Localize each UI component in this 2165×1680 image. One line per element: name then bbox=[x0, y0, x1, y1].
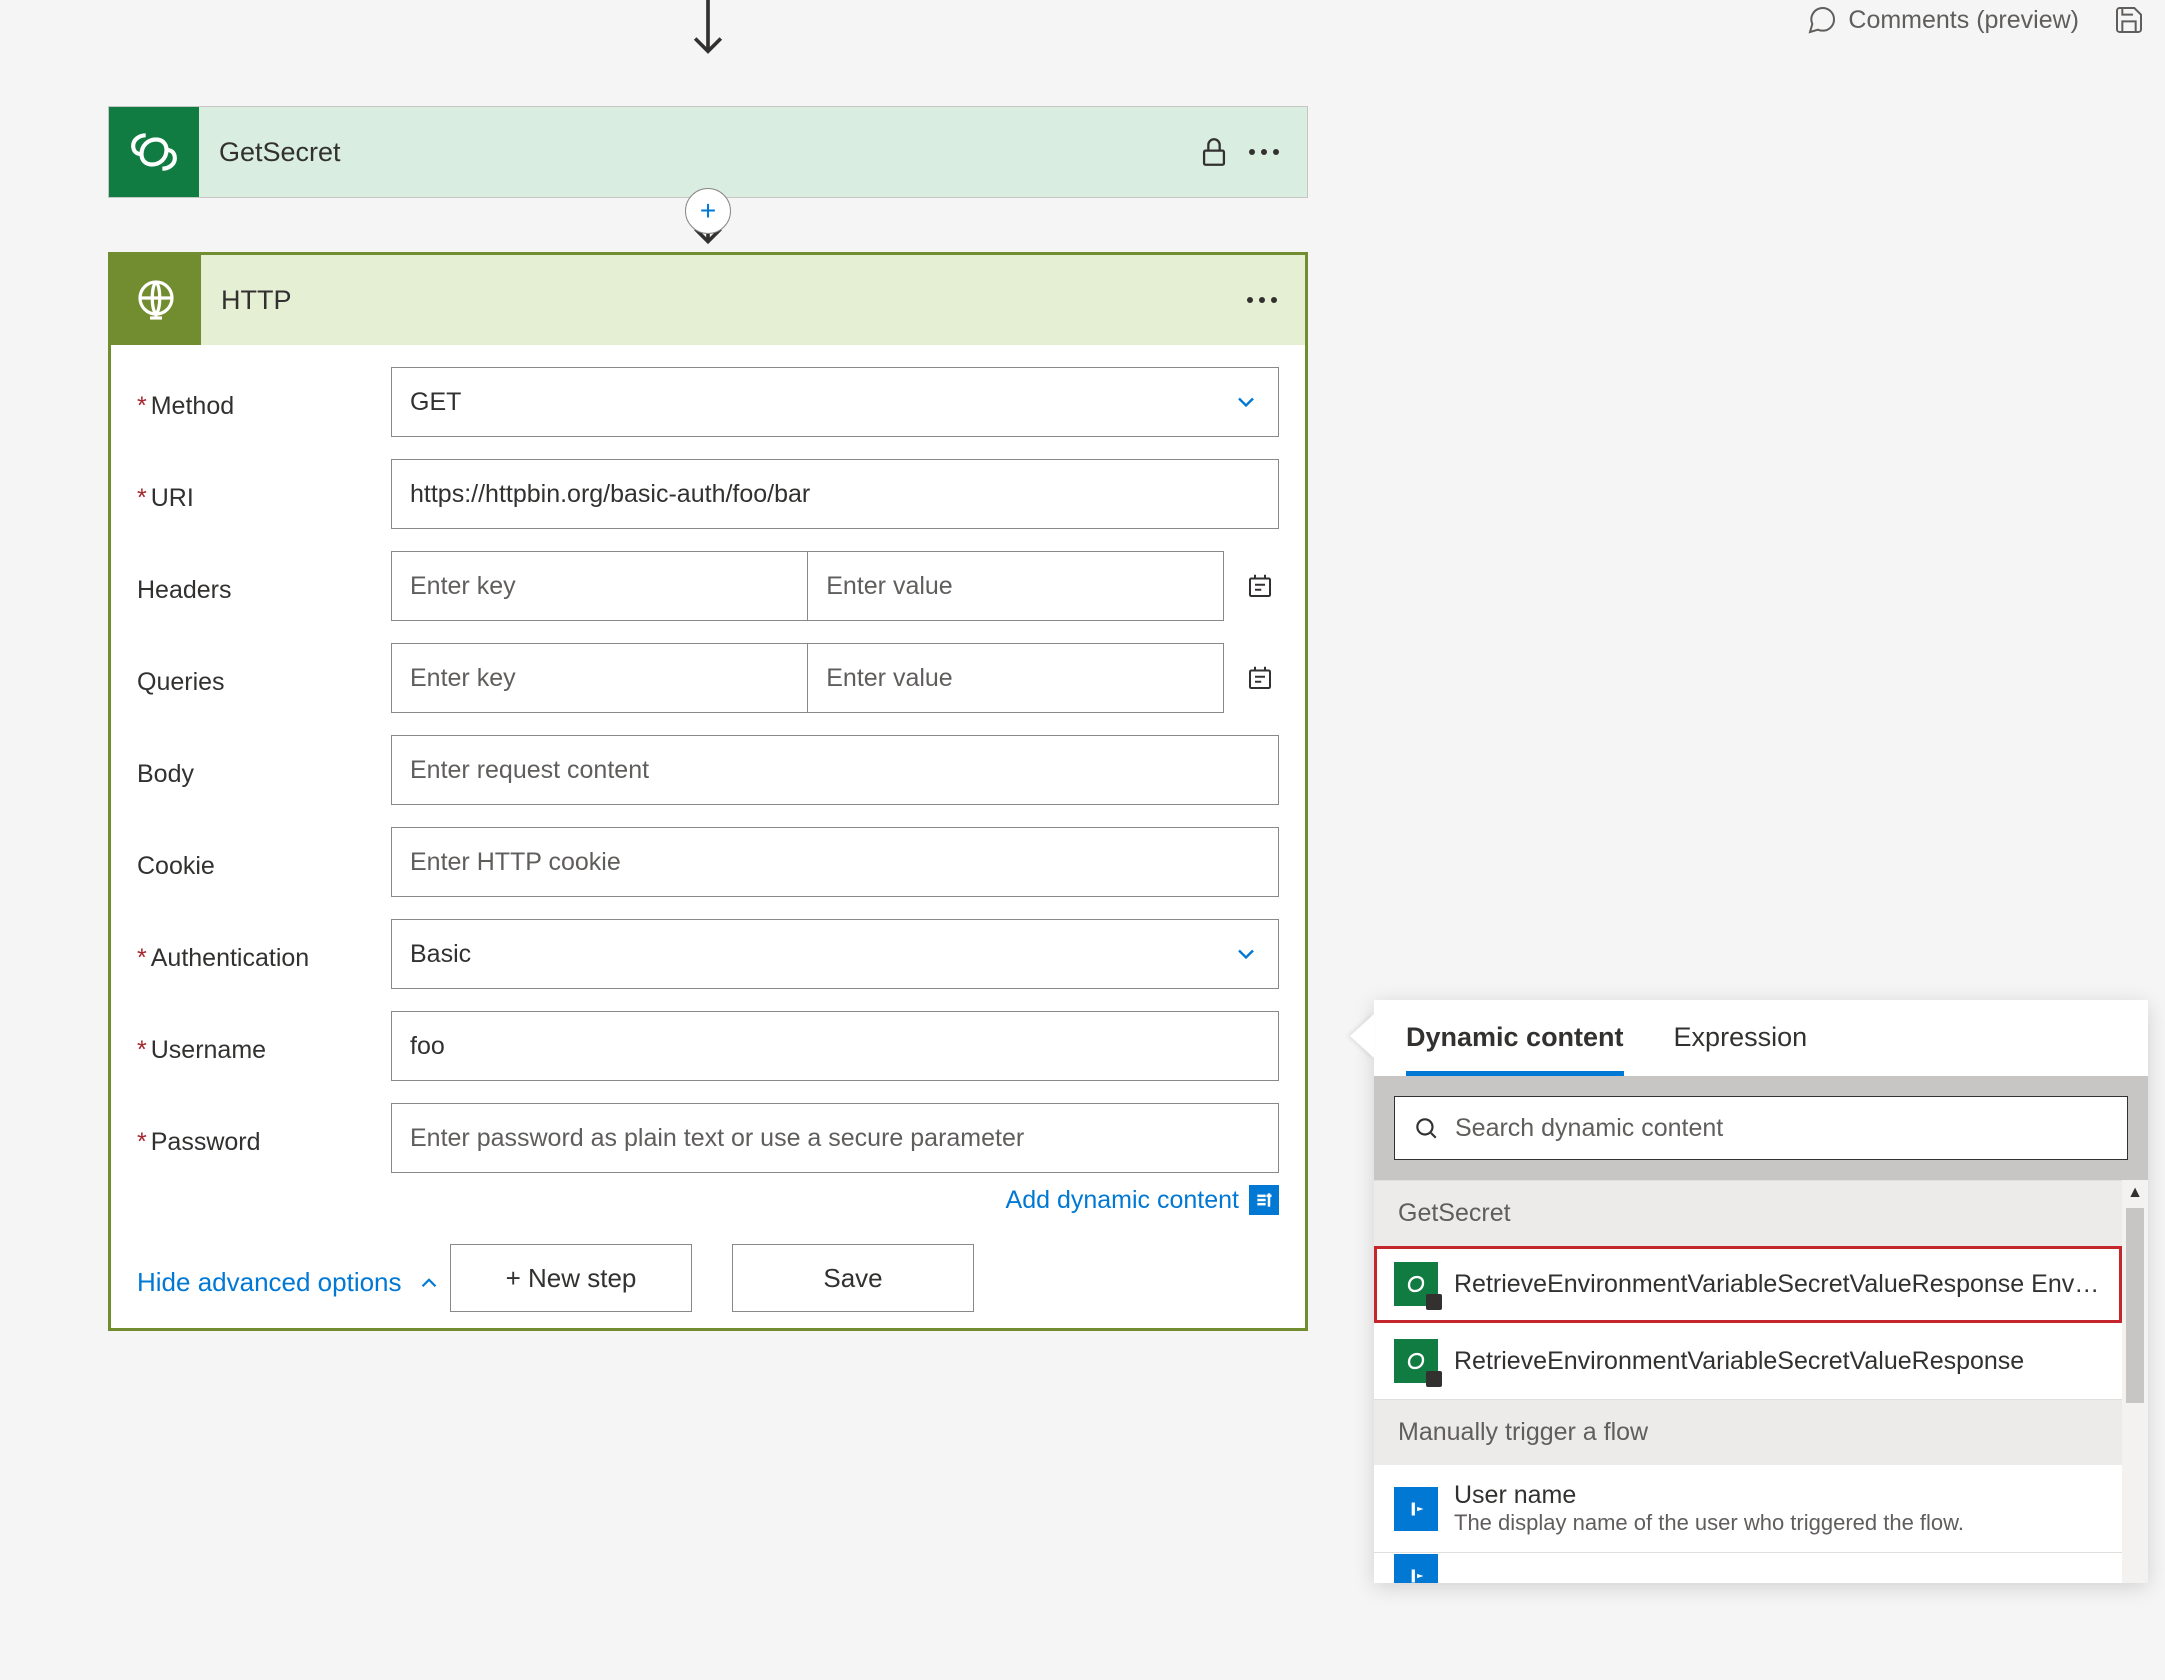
section-getsecret: GetSecret bbox=[1374, 1180, 2122, 1246]
save-button[interactable]: Save bbox=[732, 1244, 974, 1312]
password-label: *Password bbox=[137, 1120, 373, 1157]
method-select[interactable]: GET bbox=[391, 367, 1279, 437]
uri-input[interactable]: https://httpbin.org/basic-auth/foo/bar bbox=[391, 459, 1279, 529]
arrow-connector bbox=[108, 0, 1308, 66]
authentication-select[interactable]: Basic bbox=[391, 919, 1279, 989]
secure-inputs-icon[interactable] bbox=[1189, 127, 1239, 177]
panel-pointer bbox=[1350, 1014, 1374, 1058]
section-manual-trigger: Manually trigger a flow bbox=[1374, 1399, 2122, 1465]
getsecret-title: GetSecret bbox=[199, 137, 1189, 168]
http-card: HTTP *Method GET *URI https://h bbox=[108, 252, 1308, 1331]
scroll-thumb[interactable] bbox=[2126, 1208, 2144, 1403]
add-dynamic-content-link[interactable]: Add dynamic content bbox=[1006, 1186, 1239, 1215]
http-icon bbox=[111, 255, 201, 345]
username-label: *Username bbox=[137, 1028, 373, 1065]
getsecret-more-button[interactable] bbox=[1239, 127, 1289, 177]
chevron-up-icon bbox=[416, 1270, 442, 1296]
http-title: HTTP bbox=[201, 285, 1237, 316]
dyn-item-username[interactable]: User name The display name of the user w… bbox=[1374, 1465, 2122, 1553]
flow-button-icon bbox=[1394, 1554, 1438, 1583]
password-input[interactable]: Enter password as plain text or use a se… bbox=[391, 1103, 1279, 1173]
header-value-input[interactable]: Enter value bbox=[807, 551, 1223, 621]
dataverse-icon bbox=[109, 107, 199, 197]
cookie-input[interactable]: Enter HTTP cookie bbox=[391, 827, 1279, 897]
http-card-header[interactable]: HTTP bbox=[111, 255, 1305, 345]
more-icon bbox=[1247, 297, 1277, 303]
save-icon bbox=[2113, 4, 2145, 36]
headers-bulk-edit-button[interactable] bbox=[1242, 566, 1280, 606]
dyn-item-more[interactable] bbox=[1374, 1553, 2122, 1583]
comments-button[interactable]: Comments (preview) bbox=[1806, 4, 2079, 36]
queries-bulk-edit-button[interactable] bbox=[1242, 658, 1280, 698]
query-value-input[interactable]: Enter value bbox=[807, 643, 1223, 713]
search-input[interactable] bbox=[1455, 1114, 2109, 1143]
dataverse-icon bbox=[1394, 1339, 1438, 1383]
panel-scrollbar[interactable]: ▲ bbox=[2122, 1180, 2148, 1583]
header-key-input[interactable]: Enter key bbox=[391, 551, 807, 621]
insert-step-button[interactable]: + bbox=[685, 188, 731, 234]
flow-button-icon bbox=[1394, 1487, 1438, 1531]
authentication-label: *Authentication bbox=[137, 936, 373, 973]
scroll-up-icon: ▲ bbox=[2127, 1184, 2143, 1202]
queries-label: Queries bbox=[137, 660, 373, 697]
dyn-item-retrieve-secret[interactable]: RetrieveEnvironmentVariableSecretValueRe… bbox=[1374, 1323, 2122, 1399]
new-step-button[interactable]: + New step bbox=[450, 1244, 692, 1312]
username-input[interactable]: foo bbox=[391, 1011, 1279, 1081]
dynamic-content-search[interactable] bbox=[1394, 1096, 2128, 1160]
tab-dynamic-content[interactable]: Dynamic content bbox=[1406, 1022, 1624, 1076]
dataverse-icon bbox=[1394, 1262, 1438, 1306]
dyn-item-retrieve-secret-env[interactable]: RetrieveEnvironmentVariableSecretValueRe… bbox=[1374, 1246, 2122, 1323]
http-more-button[interactable] bbox=[1237, 275, 1287, 325]
search-icon bbox=[1413, 1115, 1439, 1141]
chevron-down-icon bbox=[1232, 388, 1260, 416]
plus-icon: + bbox=[700, 197, 716, 225]
body-input[interactable]: Enter request content bbox=[391, 735, 1279, 805]
query-key-input[interactable]: Enter key bbox=[391, 643, 807, 713]
text-mode-icon bbox=[1245, 663, 1275, 693]
lock-icon bbox=[1197, 135, 1231, 169]
more-icon bbox=[1249, 149, 1279, 155]
uri-label: *URI bbox=[137, 476, 373, 513]
comments-label: Comments (preview) bbox=[1848, 6, 2079, 35]
comment-icon bbox=[1806, 4, 1838, 36]
method-value: GET bbox=[410, 388, 461, 417]
dyn-item-label: User name bbox=[1454, 1481, 2102, 1510]
body-label: Body bbox=[137, 752, 373, 789]
dyn-item-label: RetrieveEnvironmentVariableSecretValueRe… bbox=[1454, 1347, 2102, 1376]
dyn-item-description: The display name of the user who trigger… bbox=[1454, 1510, 2102, 1536]
dynamic-content-panel: Dynamic content Expression ▲ GetSecret R… bbox=[1374, 1000, 2148, 1583]
text-mode-icon bbox=[1245, 571, 1275, 601]
method-label: *Method bbox=[137, 384, 373, 421]
dyn-item-label: RetrieveEnvironmentVariableSecretValueRe… bbox=[1454, 1270, 2102, 1299]
tab-expression[interactable]: Expression bbox=[1674, 1022, 1808, 1076]
headers-label: Headers bbox=[137, 568, 373, 605]
save-icon-button[interactable] bbox=[2113, 4, 2145, 36]
authentication-value: Basic bbox=[410, 940, 471, 969]
chevron-down-icon bbox=[1232, 940, 1260, 968]
getsecret-card[interactable]: GetSecret bbox=[108, 106, 1308, 198]
dynamic-content-badge-icon[interactable] bbox=[1249, 1185, 1279, 1215]
cookie-label: Cookie bbox=[137, 844, 373, 881]
